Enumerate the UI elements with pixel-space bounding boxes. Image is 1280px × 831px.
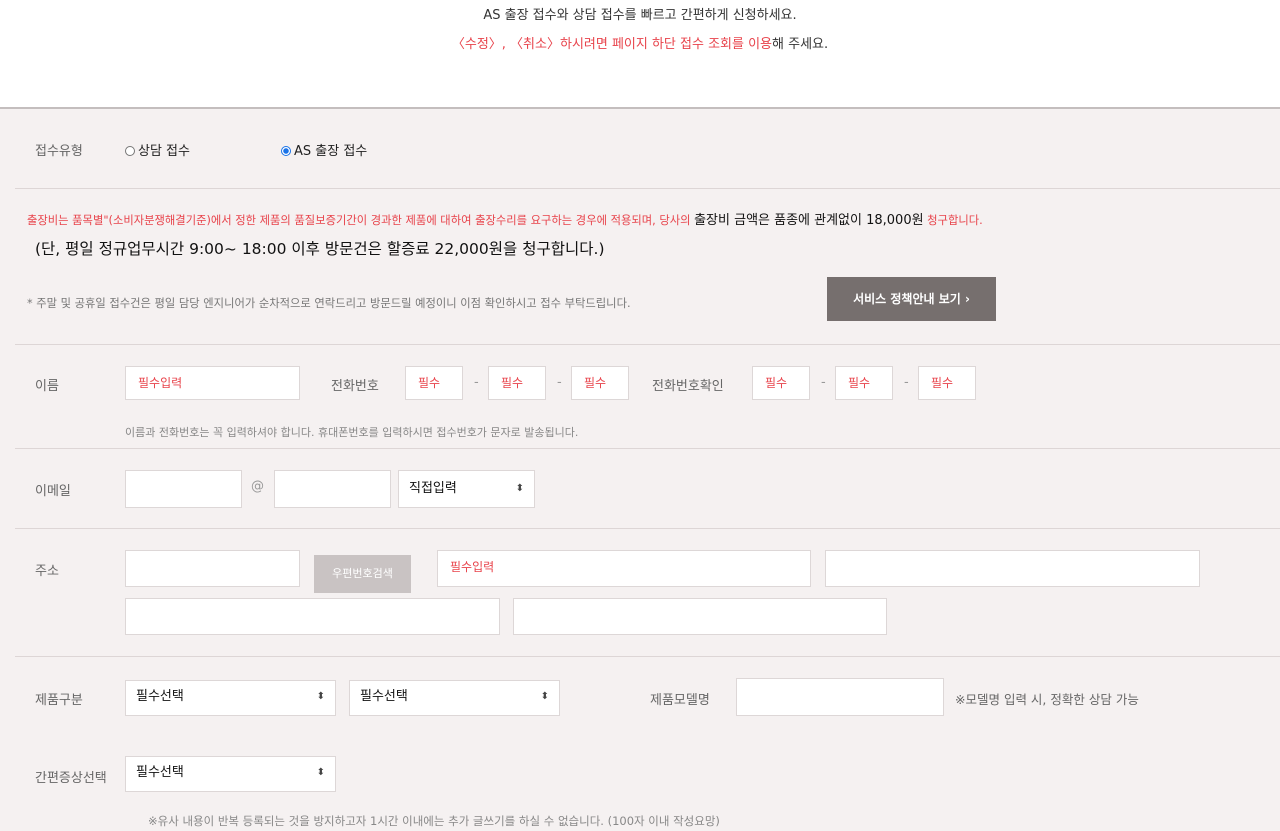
phone-confirm-input-1[interactable]: 필수 bbox=[752, 366, 810, 400]
name-label: 이름 bbox=[35, 379, 59, 394]
symptom-note: ※유사 내용이 반복 등록되는 것을 방지하고자 1시간 이내에는 추가 글쓰기… bbox=[148, 814, 720, 828]
fee-surcharge-notice: (단, 평일 정규업무시간 9:00~ 18:00 이후 방문건은 할증료 22… bbox=[35, 240, 605, 258]
reception-option-consult[interactable]: 상담 접수 bbox=[125, 140, 190, 159]
chevron-updown-icon: ⬍ bbox=[316, 767, 325, 778]
email-at-sign: @ bbox=[251, 479, 264, 494]
divider bbox=[15, 656, 1280, 657]
chevron-updown-icon: ⬍ bbox=[316, 691, 325, 702]
intro-line-2: 〈수정〉, 〈취소〉하시려면 페이지 하단 접수 조회를 이용해 주세요. bbox=[0, 33, 1280, 52]
phone-label: 전화번호 bbox=[331, 379, 379, 394]
reception-option-consult-label: 상담 접수 bbox=[138, 144, 190, 159]
product-category-select-1-value: 필수선택 bbox=[136, 689, 184, 704]
reception-type-label: 접수유형 bbox=[35, 144, 83, 159]
address-label: 주소 bbox=[35, 564, 59, 579]
product-category-select-2-value: 필수선택 bbox=[360, 689, 408, 704]
phone-input-2[interactable]: 필수 bbox=[488, 366, 546, 400]
product-category-select-2[interactable]: 필수선택 ⬍ bbox=[349, 680, 560, 716]
name-input[interactable]: 필수입력 bbox=[125, 366, 300, 400]
address-extra-input-1[interactable] bbox=[125, 598, 500, 635]
chevron-updown-icon: ⬍ bbox=[515, 483, 524, 494]
email-label: 이메일 bbox=[35, 484, 71, 499]
fee-notice-part3: 청구합니다. bbox=[923, 214, 983, 227]
zipcode-input[interactable] bbox=[125, 550, 300, 587]
divider bbox=[15, 344, 1280, 345]
reception-option-as-visit[interactable]: AS 출장 접수 bbox=[281, 140, 367, 159]
chevron-updown-icon: ⬍ bbox=[540, 691, 549, 702]
symptom-select-value: 필수선택 bbox=[136, 765, 184, 780]
fee-notice-part1: 출장비는 품목별"(소비자분쟁해결기준)에서 정한 제품의 품질보증기간이 경과… bbox=[27, 214, 695, 227]
product-model-input[interactable] bbox=[736, 678, 944, 716]
phone-confirm-dash-1: - bbox=[821, 375, 826, 390]
email-domain-select[interactable]: 직접입력 ⬍ bbox=[398, 470, 535, 508]
product-category-label: 제품구분 bbox=[35, 693, 83, 708]
service-policy-button[interactable]: 서비스 정책안내 보기 › bbox=[827, 277, 996, 321]
product-category-select-1[interactable]: 필수선택 ⬍ bbox=[125, 680, 336, 716]
product-model-label: 제품모델명 bbox=[650, 693, 710, 708]
address-detail-input[interactable] bbox=[825, 550, 1200, 587]
radio-as-visit[interactable] bbox=[281, 146, 291, 156]
intro-edit-cancel-notice: 〈수정〉, 〈취소〉하시려면 페이지 하단 접수 조회를 이용 bbox=[451, 37, 773, 52]
intro-line-2-rest: 해 주세요. bbox=[772, 37, 829, 52]
phone-input-1[interactable]: 필수 bbox=[405, 366, 463, 400]
email-domain-input[interactable] bbox=[274, 470, 391, 508]
intro-line-1: AS 출장 접수와 상담 접수를 빠르고 간편하게 신청하세요. bbox=[483, 8, 797, 23]
divider bbox=[15, 528, 1280, 529]
name-phone-note: 이름과 전화번호는 꼭 입력하셔야 합니다. 휴대폰번호를 입력하시면 접수번호… bbox=[125, 426, 579, 439]
reception-option-as-visit-label: AS 출장 접수 bbox=[294, 144, 368, 159]
divider bbox=[15, 448, 1280, 449]
phone-confirm-input-2[interactable]: 필수 bbox=[835, 366, 893, 400]
phone-dash-1: - bbox=[474, 375, 479, 390]
phone-confirm-label: 전화번호확인 bbox=[652, 379, 724, 394]
phone-confirm-input-3[interactable]: 필수 bbox=[918, 366, 976, 400]
email-id-input[interactable] bbox=[125, 470, 242, 508]
product-model-note: ※모델명 입력 시, 정확한 상담 가능 bbox=[955, 692, 1139, 707]
zipcode-search-button[interactable]: 우편번호검색 bbox=[314, 555, 411, 593]
fee-notice: 출장비는 품목별"(소비자분쟁해결기준)에서 정한 제품의 품질보증기간이 경과… bbox=[27, 209, 983, 228]
symptom-select[interactable]: 필수선택 ⬍ bbox=[125, 756, 336, 792]
email-domain-select-value: 직접입력 bbox=[409, 481, 457, 496]
radio-consult[interactable] bbox=[125, 146, 135, 156]
symptom-label: 간편증상선택 bbox=[35, 771, 107, 786]
divider bbox=[15, 188, 1280, 189]
phone-dash-2: - bbox=[557, 375, 562, 390]
weekend-notice: * 주말 및 공휴일 접수건은 평일 담당 엔지니어가 순차적으로 연락드리고 … bbox=[27, 297, 631, 310]
phone-confirm-dash-2: - bbox=[904, 375, 909, 390]
address-main-input[interactable]: 필수입력 bbox=[437, 550, 811, 587]
phone-input-3[interactable]: 필수 bbox=[571, 366, 629, 400]
fee-notice-amount: 출장비 금액은 품종에 관계없이 18,000원 bbox=[694, 213, 924, 228]
address-extra-input-2[interactable] bbox=[513, 598, 887, 635]
